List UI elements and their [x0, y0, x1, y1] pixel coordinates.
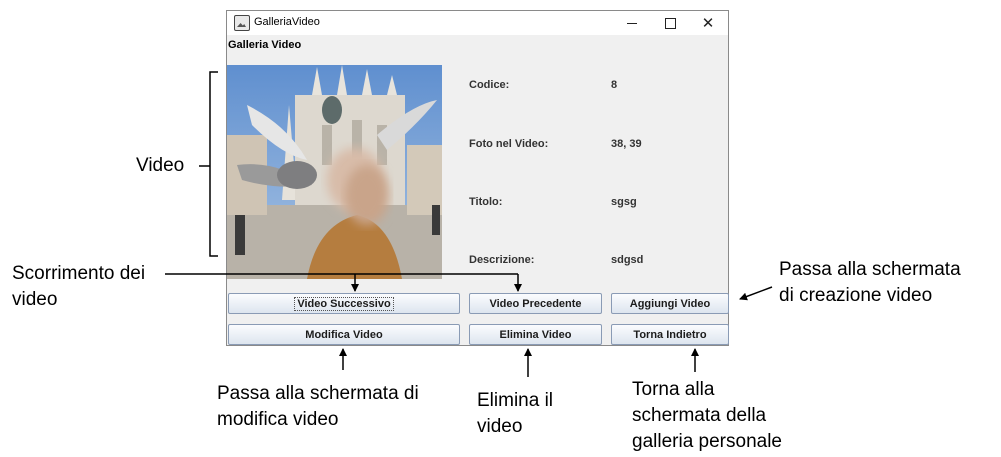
video-bracket — [209, 71, 218, 257]
title-value: sgsg — [611, 196, 637, 208]
page-title: Galleria Video — [228, 39, 302, 51]
annotation-delete-line1: Elimina il — [477, 390, 554, 411]
annotation-back-line2: schermata della — [632, 405, 767, 426]
annotation-edit: Passa alla schermata di modifica video — [217, 381, 419, 433]
minimize-icon — [627, 22, 637, 24]
back-button[interactable]: Torna Indietro — [611, 324, 729, 345]
video-photo-illustration — [227, 65, 442, 279]
annotation-scroll-line1: Scorrimento dei — [12, 263, 146, 284]
back-label: Torna Indietro — [633, 328, 707, 341]
description-value: sdgsd — [611, 254, 644, 266]
photos-label: Foto nel Video: — [469, 138, 549, 150]
annotation-back-line3: galleria personale — [632, 431, 782, 452]
annotation-edit-line2: modifica video — [217, 409, 339, 430]
annotation-create: Passa alla schermata di creazione video — [779, 257, 961, 309]
add-video-button[interactable]: Aggiungi Video — [611, 293, 729, 314]
code-label: Codice: — [469, 79, 510, 91]
annotation-scroll: Scorrimento dei video — [12, 261, 145, 313]
previous-video-label: Video Precedente — [489, 297, 582, 310]
next-video-button[interactable]: Video Successivo — [228, 293, 460, 314]
annotation-back: Torna alla schermata della galleria pers… — [632, 377, 782, 455]
next-video-label: Video Successivo — [294, 296, 394, 311]
title-bar[interactable]: GalleriaVideo ✕ — [227, 11, 728, 35]
annotation-delete-line2: video — [477, 416, 523, 437]
annotation-edit-line1: Passa alla schermata di — [217, 383, 419, 404]
maximize-icon — [664, 17, 676, 29]
annotation-create-line1: Passa alla schermata — [779, 259, 961, 280]
window-title: GalleriaVideo — [254, 16, 320, 28]
edit-video-button[interactable]: Modifica Video — [228, 324, 460, 345]
delete-video-label: Elimina Video — [499, 328, 572, 341]
code-value: 8 — [611, 79, 618, 91]
app-icon — [234, 15, 250, 31]
minimize-button[interactable] — [613, 11, 651, 35]
video-preview-image — [227, 65, 442, 279]
close-icon: ✕ — [701, 14, 715, 32]
edit-video-label: Modifica Video — [305, 328, 383, 341]
photos-value: 38, 39 — [611, 138, 642, 150]
annotation-video: Video — [136, 155, 185, 176]
annotation-create-line2: di creazione video — [779, 285, 933, 306]
previous-video-button[interactable]: Video Precedente — [469, 293, 602, 314]
description-label: Descrizione: — [469, 254, 535, 266]
add-video-label: Aggiungi Video — [629, 297, 711, 310]
title-label: Titolo: — [469, 196, 503, 208]
gallery-video-window: GalleriaVideo ✕ Galleria Video Codice: 8… — [226, 10, 729, 346]
annotation-back-line1: Torna alla — [632, 379, 715, 400]
close-button[interactable]: ✕ — [689, 11, 727, 35]
annotation-delete: Elimina il video — [477, 388, 553, 440]
create-arrow — [739, 286, 773, 301]
delete-video-button[interactable]: Elimina Video — [469, 324, 602, 345]
annotation-scroll-line2: video — [12, 289, 58, 310]
maximize-button[interactable] — [651, 11, 689, 35]
